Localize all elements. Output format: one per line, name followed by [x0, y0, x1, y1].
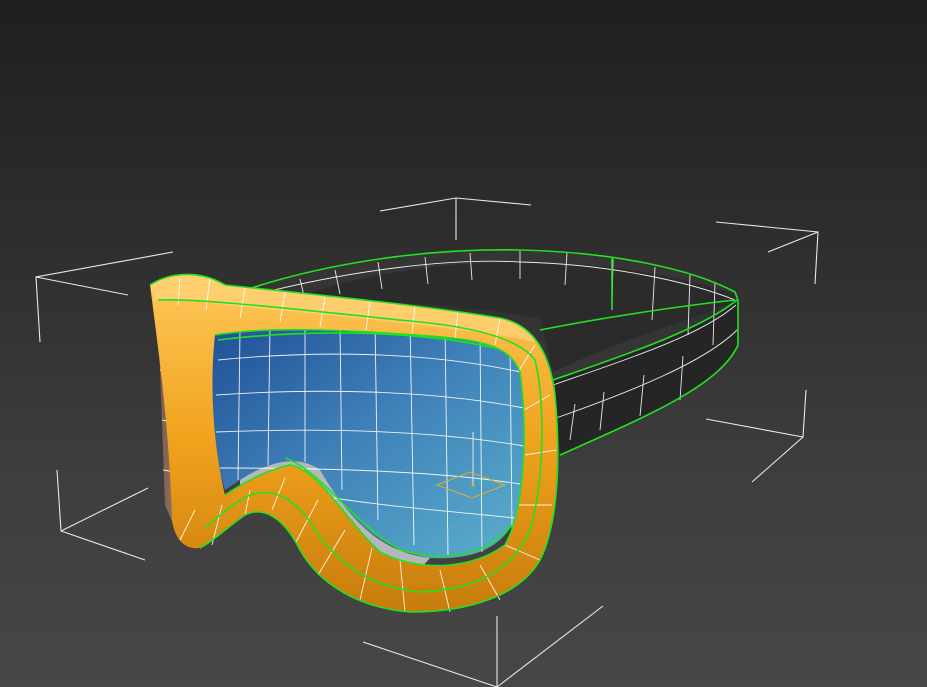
perspective-viewport[interactable] — [0, 0, 927, 687]
viewport-scene[interactable] — [0, 0, 927, 687]
